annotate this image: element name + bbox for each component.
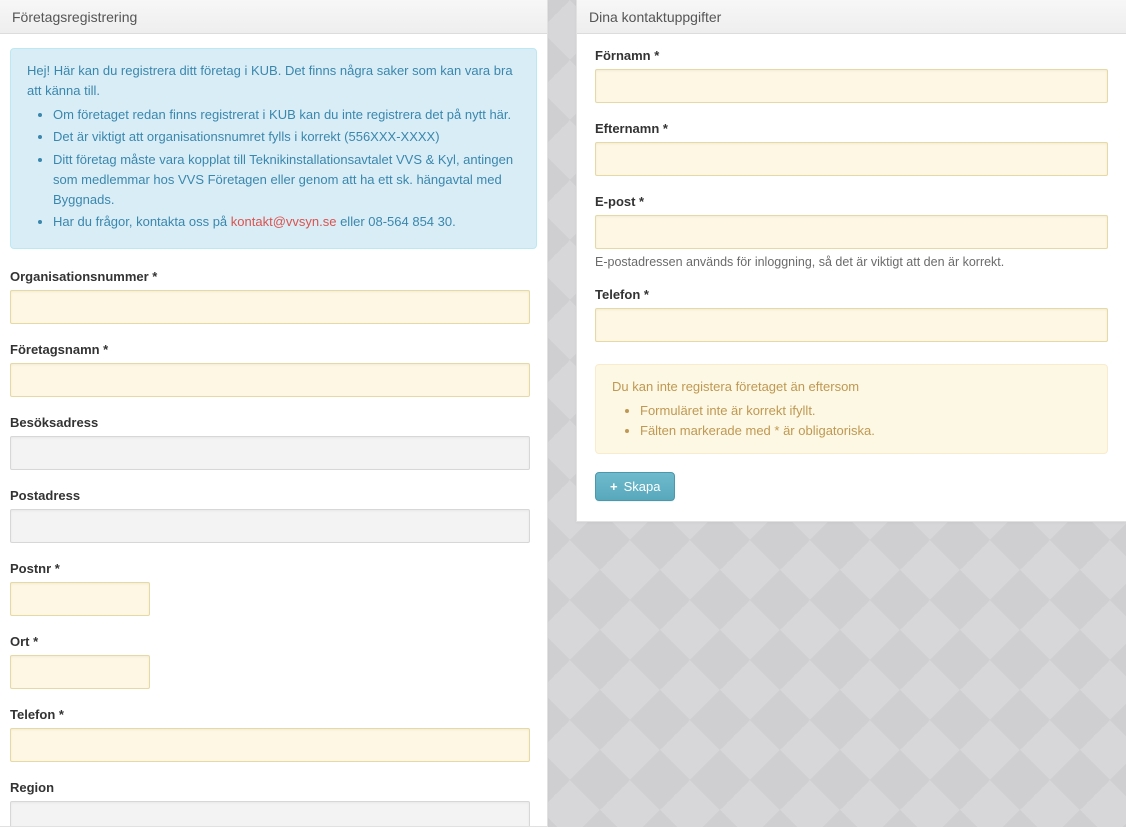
visit-address-input[interactable] <box>10 436 530 470</box>
email-input[interactable] <box>595 215 1108 249</box>
post-address-input[interactable] <box>10 509 530 543</box>
zip-label: Postnr * <box>10 561 537 576</box>
orgnr-input[interactable] <box>10 290 530 324</box>
contact-phone-input[interactable] <box>595 308 1108 342</box>
contact-phone-label: Telefon * <box>595 287 1108 302</box>
create-button-label: Skapa <box>624 479 661 494</box>
info-contact-link[interactable]: kontakt@vvsyn.se <box>231 214 337 229</box>
contact-panel-title: Dina kontaktuppgifter <box>589 9 721 25</box>
visit-address-label: Besöksadress <box>10 415 537 430</box>
firstname-label: Förnamn * <box>595 48 1108 63</box>
email-label: E-post * <box>595 194 1108 209</box>
warning-bullet-1: Formuläret inte är korrekt ifyllt. <box>640 401 1091 421</box>
company-registration-panel: Företagsregistrering Hej! Här kan du reg… <box>0 0 548 827</box>
companyname-input[interactable] <box>10 363 530 397</box>
company-phone-input[interactable] <box>10 728 530 762</box>
warning-bullet-2: Fälten markerade med * är obligatoriska. <box>640 421 1091 441</box>
info-bullet-4-post: eller 08-564 854 30. <box>336 214 455 229</box>
orgnr-label: Organisationsnummer * <box>10 269 537 284</box>
info-box: Hej! Här kan du registrera ditt företag … <box>10 48 537 249</box>
post-address-label: Postadress <box>10 488 537 503</box>
city-input[interactable] <box>10 655 150 689</box>
zip-input[interactable] <box>10 582 150 616</box>
validation-warning-box: Du kan inte registera företaget än efter… <box>595 364 1108 454</box>
info-intro: Hej! Här kan du registrera ditt företag … <box>27 61 520 101</box>
city-label: Ort * <box>10 634 537 649</box>
company-panel-header: Företagsregistrering <box>0 0 547 34</box>
region-input[interactable] <box>10 801 530 827</box>
plus-icon: + <box>610 480 618 493</box>
info-bullet-4: Har du frågor, kontakta oss på kontakt@v… <box>53 212 520 232</box>
region-label: Region <box>10 780 537 795</box>
company-phone-label: Telefon * <box>10 707 537 722</box>
lastname-input[interactable] <box>595 142 1108 176</box>
company-panel-title: Företagsregistrering <box>12 9 137 25</box>
info-bullet-3: Ditt företag måste vara kopplat till Tek… <box>53 150 520 210</box>
warning-intro: Du kan inte registera företaget än efter… <box>612 377 1091 397</box>
contact-details-panel: Dina kontaktuppgifter Förnamn * Efternam… <box>576 0 1126 522</box>
info-bullet-2: Det är viktigt att organisationsnumret f… <box>53 127 520 147</box>
firstname-input[interactable] <box>595 69 1108 103</box>
email-helper-text: E-postadressen används för inloggning, s… <box>595 255 1108 269</box>
lastname-label: Efternamn * <box>595 121 1108 136</box>
companyname-label: Företagsnamn * <box>10 342 537 357</box>
info-bullet-1: Om företaget redan finns registrerat i K… <box>53 105 520 125</box>
contact-panel-header: Dina kontaktuppgifter <box>577 0 1126 34</box>
create-button[interactable]: + Skapa <box>595 472 675 501</box>
info-bullet-4-pre: Har du frågor, kontakta oss på <box>53 214 231 229</box>
